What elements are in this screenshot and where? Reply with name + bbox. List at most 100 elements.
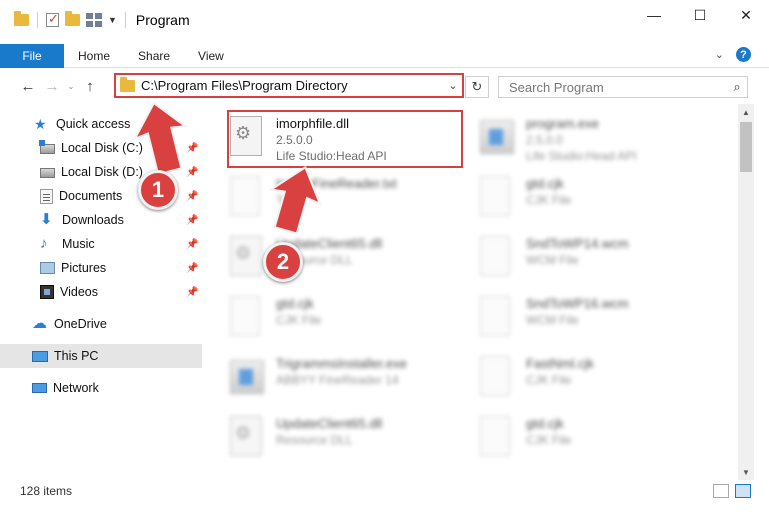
sidebar-item-network[interactable]: Network [0,376,202,400]
chevron-down-icon[interactable]: ⌄ [715,48,724,61]
installer-icon [230,360,264,394]
pin-icon[interactable]: 📌 [186,143,198,154]
tab-file[interactable]: File [0,43,64,68]
file-name: gtd.cjk [526,176,564,191]
tab-view[interactable]: View [184,49,238,63]
toolbar-divider [37,12,38,28]
sidebar-item-videos[interactable]: Videos 📌 [0,280,202,304]
file-type: CJK File [526,373,572,387]
file-item[interactable]: FastNml.cjk CJK File [480,352,720,406]
help-icon[interactable]: ? [736,47,751,62]
step-badge-1: 1 [138,170,178,210]
scroll-down-icon[interactable]: ▼ [738,464,754,480]
sidebar-item-label: Network [53,381,99,395]
pin-icon[interactable]: 📌 [186,263,198,274]
sidebar-item-downloads[interactable]: ⬇ Downloads 📌 [0,208,202,232]
scroll-up-icon[interactable]: ▲ [738,104,754,120]
close-button[interactable]: ✕ [723,0,769,30]
text-file-icon [230,176,260,216]
star-icon: ★ [34,116,47,132]
properties-check-icon[interactable] [46,11,59,27]
sidebar-item-pictures[interactable]: Pictures 📌 [0,256,202,280]
sidebar-item-label: Videos [60,285,98,299]
quick-access-toolbar: ▼ [14,11,128,28]
title-bar: ▼ Program — ☐ ✕ [0,0,769,40]
videos-icon [40,285,54,299]
item-count: 128 items [20,484,73,498]
new-folder-icon[interactable] [65,11,80,26]
forward-arrow-icon[interactable]: → [40,78,64,95]
sidebar-item-label: Quick access [56,117,131,131]
file-type: WCM File [526,313,579,327]
sidebar-item-quick-access[interactable]: ★ Quick access [0,112,202,136]
file-name: ImageFineReader.txt [276,176,397,191]
address-bar[interactable]: C:\Program Files\Program Directory ⌄ [114,73,464,98]
sidebar-item-label: Documents [59,189,123,203]
tab-share[interactable]: Share [124,49,184,63]
file-icon [480,176,510,216]
file-item[interactable]: SndToWP14.wcm WCM File [480,232,720,286]
sidebar-item-label: This PC [54,349,99,363]
pin-icon[interactable]: 📌 [186,167,198,178]
recent-locations-chevron-icon[interactable]: ⌄ [64,82,78,91]
file-item[interactable]: ImageFineReader.txt Text [230,172,470,226]
scroll-thumb[interactable] [740,122,752,172]
file-item[interactable]: gtd.cjk CJK File [230,292,470,346]
file-type: Resource DLL [276,433,353,447]
file-item[interactable]: UpdateClient65.dll Resource DLL [230,412,470,466]
file-version: 2.5.0.0 [526,133,563,147]
pin-icon[interactable]: 📌 [186,287,198,298]
search-box[interactable]: Search Program ⌕ [498,76,748,98]
window-controls: — ☐ ✕ [631,0,769,30]
file-icon [480,236,510,276]
highlight-box [227,110,463,168]
address-dropdown-chevron-icon[interactable]: ⌄ [444,79,462,92]
file-name: gtd.cjk [276,296,314,311]
pin-icon[interactable]: 📌 [186,191,198,202]
file-item[interactable]: program.exe 2.5.0.0 Life Studio:Head API [480,112,720,166]
file-type: CJK File [526,193,572,207]
file-icon [480,296,510,336]
file-item[interactable]: TrigrammsInstaller.exe ABBYY FineReader … [230,352,470,406]
navigation-bar: ← → ⌄ ↑ C:\Program Files\Program Directo… [0,72,769,100]
sidebar-item-music[interactable]: ♪ Music 📌 [0,232,202,256]
folder-icon [120,76,135,92]
up-arrow-icon[interactable]: ↑ [78,78,102,95]
toolbar-divider [124,12,126,28]
pin-icon[interactable]: 📌 [186,239,198,250]
tab-home[interactable]: Home [64,49,124,63]
dll-icon [230,416,262,456]
tiles-view-icon[interactable] [735,484,751,498]
status-bar: 128 items [0,480,769,502]
pin-icon[interactable]: 📌 [186,215,198,226]
maximize-button[interactable]: ☐ [677,0,723,30]
window-title: Program [135,12,190,28]
drive-d-icon [40,168,55,178]
sidebar-item-onedrive[interactable]: ☁ OneDrive [0,312,202,336]
customize-toolbar-chevron-icon[interactable]: ▼ [108,15,117,25]
details-view-icon[interactable] [713,484,729,498]
address-path[interactable]: C:\Program Files\Program Directory [141,78,444,93]
documents-icon [40,188,53,204]
file-icon [230,296,260,336]
file-item[interactable]: SndToWP16.wcm WCM File [480,292,720,346]
refresh-button[interactable]: ↻ [465,76,489,98]
file-description: Life Studio:Head API [526,149,637,163]
file-type: CJK File [526,433,572,447]
minimize-button[interactable]: — [631,0,677,30]
sidebar-item-label: Downloads [62,213,124,227]
file-item[interactable]: gtd.cjk CJK File [480,172,720,226]
ribbon-tabs: File Home Share View ⌄ ? [0,43,769,68]
back-arrow-icon[interactable]: ← [16,78,40,95]
view-options-icon[interactable] [86,13,102,27]
file-list: imorphfile.dll 2.5.0.0 Life Studio:Head … [210,104,738,478]
sidebar-item-local-disk-c[interactable]: Local Disk (C:) 📌 [0,136,202,160]
sidebar-item-this-pc[interactable]: This PC [0,344,202,368]
folder-icon [14,11,29,26]
vertical-scrollbar[interactable]: ▲ ▼ [738,104,754,480]
file-item[interactable]: gtd.cjk CJK File [480,412,720,466]
music-icon: ♪ [40,235,48,252]
search-input[interactable]: Search Program [509,80,727,95]
